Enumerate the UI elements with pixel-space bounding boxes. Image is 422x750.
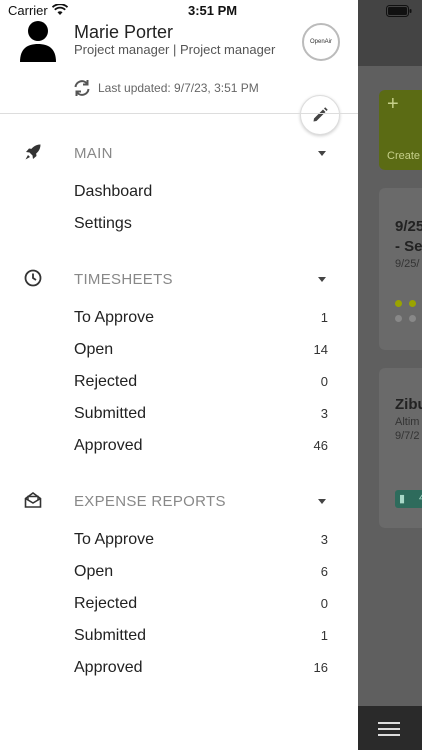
status-dot <box>409 315 416 322</box>
company-logo: OpenAir <box>302 23 340 61</box>
count-badge: 14 <box>313 342 328 357</box>
menu-item-label: Submitted <box>74 627 147 644</box>
count-badge: 46 <box>313 438 328 453</box>
wifi-icon <box>52 4 68 15</box>
background-app: + Create 9/25 - Se 9/25/ Zibu Altim 9/7/… <box>358 0 422 750</box>
timesheets-to-approve[interactable]: To Approve 1 <box>0 307 358 337</box>
user-name: Marie Porter <box>74 22 174 42</box>
menu-item-label: Open <box>74 563 114 580</box>
menu-item-label: Settings <box>74 215 132 232</box>
count-badge: 3 <box>320 406 328 421</box>
envelope-open-icon <box>24 492 42 508</box>
status-dot <box>395 300 402 307</box>
timesheets-submitted[interactable]: Submitted 3 <box>0 403 358 433</box>
count-badge: 1 <box>320 628 328 643</box>
background-tabbar <box>358 706 422 750</box>
status-dot <box>395 315 402 322</box>
chevron-down-icon[interactable] <box>318 151 326 156</box>
menu-item-label: Open <box>74 341 114 358</box>
menu-item-label: Approved <box>74 659 143 676</box>
count-badge: 0 <box>320 374 328 389</box>
card-subtitle: Altim <box>395 416 420 428</box>
logo-text: OpenAir <box>309 39 332 45</box>
navigation-drawer: Marie Porter Project manager | Project m… <box>0 0 358 750</box>
rocket-icon <box>25 144 41 160</box>
card-date: 9/25/ <box>395 258 420 270</box>
count-badge: 3 <box>320 532 328 547</box>
expenses-submitted[interactable]: Submitted 1 <box>0 625 358 655</box>
user-role: Project manager | Project manager <box>74 42 276 57</box>
refresh-icon[interactable] <box>72 78 92 98</box>
status-dot <box>409 300 416 307</box>
carrier-label: Carrier <box>8 3 48 18</box>
timesheets-rejected[interactable]: Rejected 0 <box>0 371 358 401</box>
chevron-down-icon[interactable] <box>318 277 326 282</box>
count-badge: 0 <box>320 596 328 611</box>
status-time: 3:51 PM <box>188 3 238 18</box>
chevron-down-icon[interactable] <box>318 499 326 504</box>
hamburger-icon[interactable] <box>378 722 400 740</box>
count-badge: 1 <box>320 310 328 325</box>
menu-item-label: Dashboard <box>74 183 153 200</box>
count-badge: 6 <box>320 564 328 579</box>
receipt-icon: ▮ <box>399 493 406 505</box>
card-title-line2: - Se <box>395 238 422 255</box>
clock-icon <box>24 269 42 287</box>
section-label-expense-reports: EXPENSE REPORTS <box>74 493 226 510</box>
expenses-rejected[interactable]: Rejected 0 <box>0 593 358 623</box>
timesheet-card[interactable]: 9/25 - Se 9/25/ <box>379 188 422 350</box>
avatar-icon <box>20 21 56 62</box>
timesheets-approved[interactable]: Approved 46 <box>0 435 358 465</box>
menu-item-label: Rejected <box>74 373 138 390</box>
create-card[interactable]: + Create <box>379 90 422 170</box>
card-title: 9/25 <box>395 218 422 235</box>
status-bar: Carrier 3:51 PM <box>0 0 422 22</box>
last-updated-text: Last updated: 9/7/23, 3:51 PM <box>98 81 259 95</box>
card-date: 9/7/2 <box>395 430 420 442</box>
pencil-icon <box>313 107 328 122</box>
menu-item-label: Submitted <box>74 405 147 422</box>
expense-card[interactable]: Zibu Altim 9/7/2 ▮ 4 <box>379 368 422 528</box>
section-label-timesheets: TIMESHEETS <box>74 271 173 288</box>
edit-button[interactable] <box>300 95 340 135</box>
expenses-approved[interactable]: Approved 16 <box>0 657 358 687</box>
battery-icon <box>386 5 412 17</box>
menu-item-settings[interactable]: Settings <box>0 213 358 243</box>
header-divider <box>0 113 358 114</box>
timesheets-open[interactable]: Open 14 <box>0 339 358 369</box>
card-title: Zibu <box>395 396 422 413</box>
menu-item-label: To Approve <box>74 531 155 548</box>
menu-item-label: Rejected <box>74 595 138 612</box>
menu-item-dashboard[interactable]: Dashboard <box>0 181 358 211</box>
menu-item-label: Approved <box>74 437 143 454</box>
plus-icon: + <box>387 93 399 115</box>
menu-item-label: To Approve <box>74 309 155 326</box>
create-label: Create <box>387 150 421 162</box>
card-tag: ▮ 4 <box>395 490 422 508</box>
expenses-open[interactable]: Open 6 <box>0 561 358 591</box>
section-label-main: MAIN <box>74 145 113 162</box>
count-badge: 16 <box>313 660 328 675</box>
expenses-to-approve[interactable]: To Approve 3 <box>0 529 358 559</box>
